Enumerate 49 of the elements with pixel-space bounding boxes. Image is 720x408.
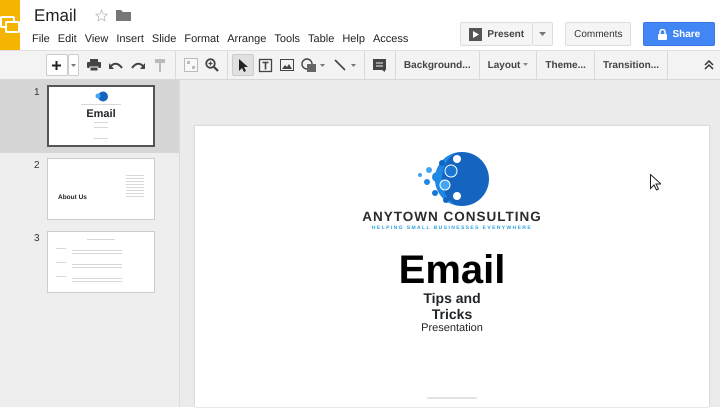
company-logo-icon [415, 151, 489, 207]
present-button[interactable]: Present [460, 22, 534, 46]
menu-item[interactable]: Table [304, 31, 338, 48]
menu-item[interactable]: Slide [148, 31, 180, 48]
menu-item[interactable]: View [80, 31, 112, 48]
slide-number: 1 [34, 86, 41, 100]
select-cursor-icon[interactable] [232, 54, 254, 76]
slide-thumbnail[interactable]: Email [47, 85, 155, 147]
slide-subtitle: Tips and [423, 290, 481, 306]
caret-icon [539, 32, 546, 36]
caret-icon [523, 63, 528, 66]
play-icon [469, 28, 482, 40]
company-name: ANYTOWN CONSULTING [362, 210, 542, 225]
slide-number: 3 [34, 232, 41, 246]
folder-icon[interactable] [116, 9, 131, 21]
document-title[interactable]: Email [34, 6, 77, 24]
present-dropdown[interactable] [533, 22, 554, 46]
new-slide-dropdown[interactable] [68, 54, 79, 76]
slide-thumbnail-row[interactable]: 3 [0, 226, 179, 299]
caret-icon [70, 64, 76, 66]
thumbnail-title: Email [86, 109, 116, 120]
menu-item[interactable]: Arrange [223, 31, 270, 48]
toolbar-button[interactable]: Transition... [594, 51, 668, 79]
slide-subtitle: Tricks [432, 306, 472, 322]
menu-item[interactable]: Edit [54, 31, 81, 48]
slide-title: Email [398, 250, 506, 290]
mouse-cursor-icon [650, 174, 661, 191]
menu-item[interactable]: Access [368, 31, 412, 48]
menu-item[interactable]: Help [338, 31, 369, 48]
star-icon[interactable] [94, 8, 108, 22]
share-button[interactable]: Share [643, 22, 716, 46]
toolbar-button[interactable]: Layout [480, 51, 538, 79]
slide-thumbnail[interactable] [47, 231, 155, 293]
menu-item[interactable]: Tools [270, 31, 304, 48]
menu-item[interactable]: Format [180, 31, 224, 48]
plus-icon [52, 60, 62, 70]
toolbar-button[interactable]: Background... [396, 51, 480, 79]
toolbar-button[interactable]: Theme... [537, 51, 595, 79]
new-slide-button[interactable] [46, 54, 68, 76]
slide-caption: Presentation [421, 322, 483, 336]
lock-icon [658, 28, 668, 40]
menu-item[interactable]: File [28, 31, 54, 48]
slide-number: 2 [34, 159, 41, 173]
comments-button[interactable]: Comments [565, 22, 632, 46]
slide-thumbnail-row[interactable]: 1 Email [0, 80, 179, 153]
menu-item[interactable]: Insert [112, 31, 148, 48]
company-logo-icon [94, 91, 108, 102]
caret-icon[interactable] [320, 64, 326, 66]
caret-icon[interactable] [351, 64, 356, 66]
